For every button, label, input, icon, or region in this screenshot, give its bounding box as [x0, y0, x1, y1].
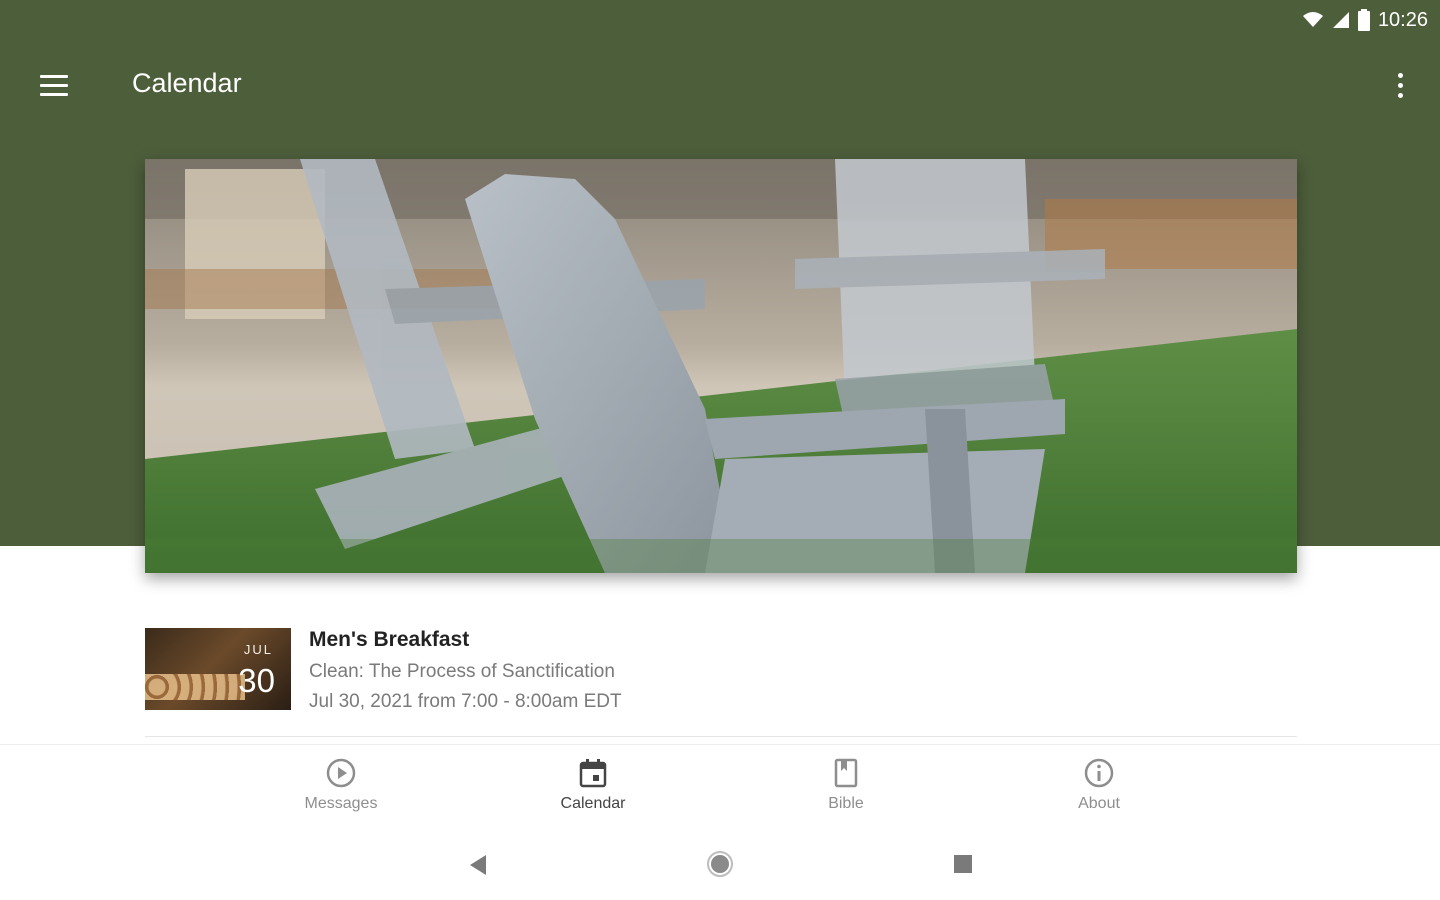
wifi-icon: [1302, 12, 1323, 27]
menu-icon[interactable]: [30, 64, 78, 106]
book-icon: [834, 758, 858, 788]
nav-about[interactable]: About: [1029, 757, 1169, 823]
nav-bible[interactable]: Bible: [776, 757, 916, 823]
list-divider: [145, 736, 1297, 737]
calendar-icon: [579, 759, 607, 788]
app-bar: Calendar: [0, 52, 1440, 118]
home-icon[interactable]: [706, 850, 734, 878]
nav-messages[interactable]: Messages: [271, 757, 411, 823]
page-title: Calendar: [132, 68, 242, 98]
event-subtitle: Clean: The Process of Sanctification: [309, 661, 615, 682]
nav-calendar-label: Calendar: [560, 795, 626, 812]
event-title: Men's Breakfast: [309, 628, 470, 651]
play-circle-icon: [326, 758, 356, 788]
back-icon[interactable]: [468, 854, 488, 876]
battery-icon: [1357, 9, 1370, 31]
nav-bible-label: Bible: [828, 795, 864, 812]
status-bar: 10:26: [1240, 0, 1440, 40]
event-datetime: Jul 30, 2021 from 7:00 - 8:00am EDT: [309, 691, 622, 712]
bottom-navigation: Messages Calendar Bible About: [0, 744, 1440, 824]
nav-messages-label: Messages: [304, 795, 378, 812]
event-list-item[interactable]: JUL 30 Men's Breakfast Clean: The Proces…: [145, 626, 1297, 716]
event-thumb-day: 30: [238, 662, 275, 699]
nav-calendar[interactable]: Calendar: [523, 757, 663, 823]
system-navigation-bar: [0, 830, 1440, 900]
nav-about-label: About: [1078, 795, 1120, 812]
event-thumbnail: JUL 30: [145, 628, 291, 710]
recent-apps-icon[interactable]: [954, 855, 972, 873]
overflow-menu-icon[interactable]: [1388, 68, 1412, 102]
event-thumb-month: JUL: [243, 642, 273, 657]
signal-icon: [1332, 12, 1349, 28]
info-icon: [1084, 758, 1114, 788]
status-time: 10:26: [1377, 8, 1428, 31]
hero-image: [145, 159, 1297, 573]
